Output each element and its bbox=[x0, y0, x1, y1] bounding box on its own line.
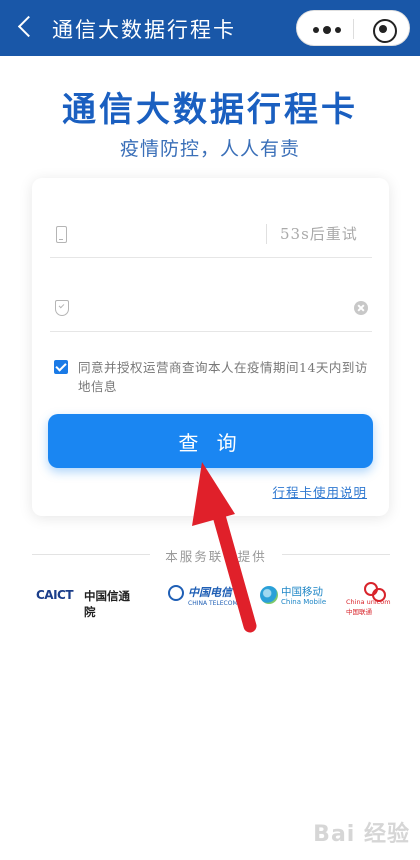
telecom-en: CHINA TELECOM bbox=[188, 600, 238, 607]
shield-icon bbox=[55, 300, 69, 316]
agreement-checkbox[interactable] bbox=[54, 360, 68, 374]
mobile-en: China Mobile bbox=[281, 598, 327, 606]
divider-left bbox=[32, 554, 150, 555]
china-mobile-logo: 中国移动 China Mobile bbox=[260, 580, 332, 614]
back-chevron-icon[interactable] bbox=[14, 12, 38, 42]
telecom-name: 中国电信 bbox=[188, 586, 232, 599]
verification-code-input[interactable] bbox=[80, 294, 280, 324]
more-dots-icon[interactable] bbox=[305, 17, 347, 41]
headline-title: 通信大数据行程卡 bbox=[62, 90, 358, 130]
resend-code-button[interactable]: 53s后重试 bbox=[280, 223, 358, 244]
query-card: 53s后重试 同意并授权运营商查询本人在疫情期间14天内到访地信息 查 询 行程… bbox=[32, 178, 389, 516]
top-bar: 通信大数据行程卡 bbox=[0, 0, 420, 56]
mini-program-capsule bbox=[296, 10, 410, 46]
china-unicom-logo: China unicom中国联通 bbox=[344, 580, 394, 616]
providers-title: 本服务联合提供 bbox=[165, 549, 267, 564]
code-row bbox=[50, 286, 372, 332]
phone-icon bbox=[56, 226, 67, 243]
capsule-divider bbox=[353, 19, 354, 39]
mobile-symbol-icon bbox=[260, 586, 278, 604]
clear-icon[interactable] bbox=[354, 301, 368, 315]
mobile-name: 中国移动 bbox=[281, 586, 323, 598]
phone-input[interactable] bbox=[80, 220, 280, 250]
provider-logos: CAICT 中国信通院 中国电信 CHINA TELECOM 中国移动 Chin… bbox=[30, 580, 400, 619]
agreement-text: 同意并授权运营商查询本人在疫情期间14天内到访地信息 bbox=[78, 360, 368, 394]
china-telecom-logo: 中国电信 CHINA TELECOM bbox=[168, 580, 238, 614]
page-title: 通信大数据行程卡 bbox=[52, 18, 236, 42]
caict-logo: CAICT 中国信通院 bbox=[36, 580, 140, 619]
close-target-icon[interactable] bbox=[363, 16, 403, 43]
query-button[interactable]: 查 询 bbox=[48, 414, 373, 468]
watermark: Bai 经验 bbox=[313, 822, 410, 847]
caict-name: 中国信通院 bbox=[84, 589, 130, 619]
headline-subtitle: 疫情防控，人人有责 bbox=[119, 138, 300, 160]
caict-mark: CAICT bbox=[36, 588, 74, 602]
usage-guide-link[interactable]: 行程卡使用说明 bbox=[272, 482, 367, 501]
phone-row: 53s后重试 bbox=[50, 212, 372, 258]
phone-row-divider bbox=[266, 224, 267, 244]
unicom-name: China unicom中国联通 bbox=[346, 598, 391, 616]
telecom-symbol-icon bbox=[168, 585, 184, 601]
divider-right bbox=[282, 554, 390, 555]
